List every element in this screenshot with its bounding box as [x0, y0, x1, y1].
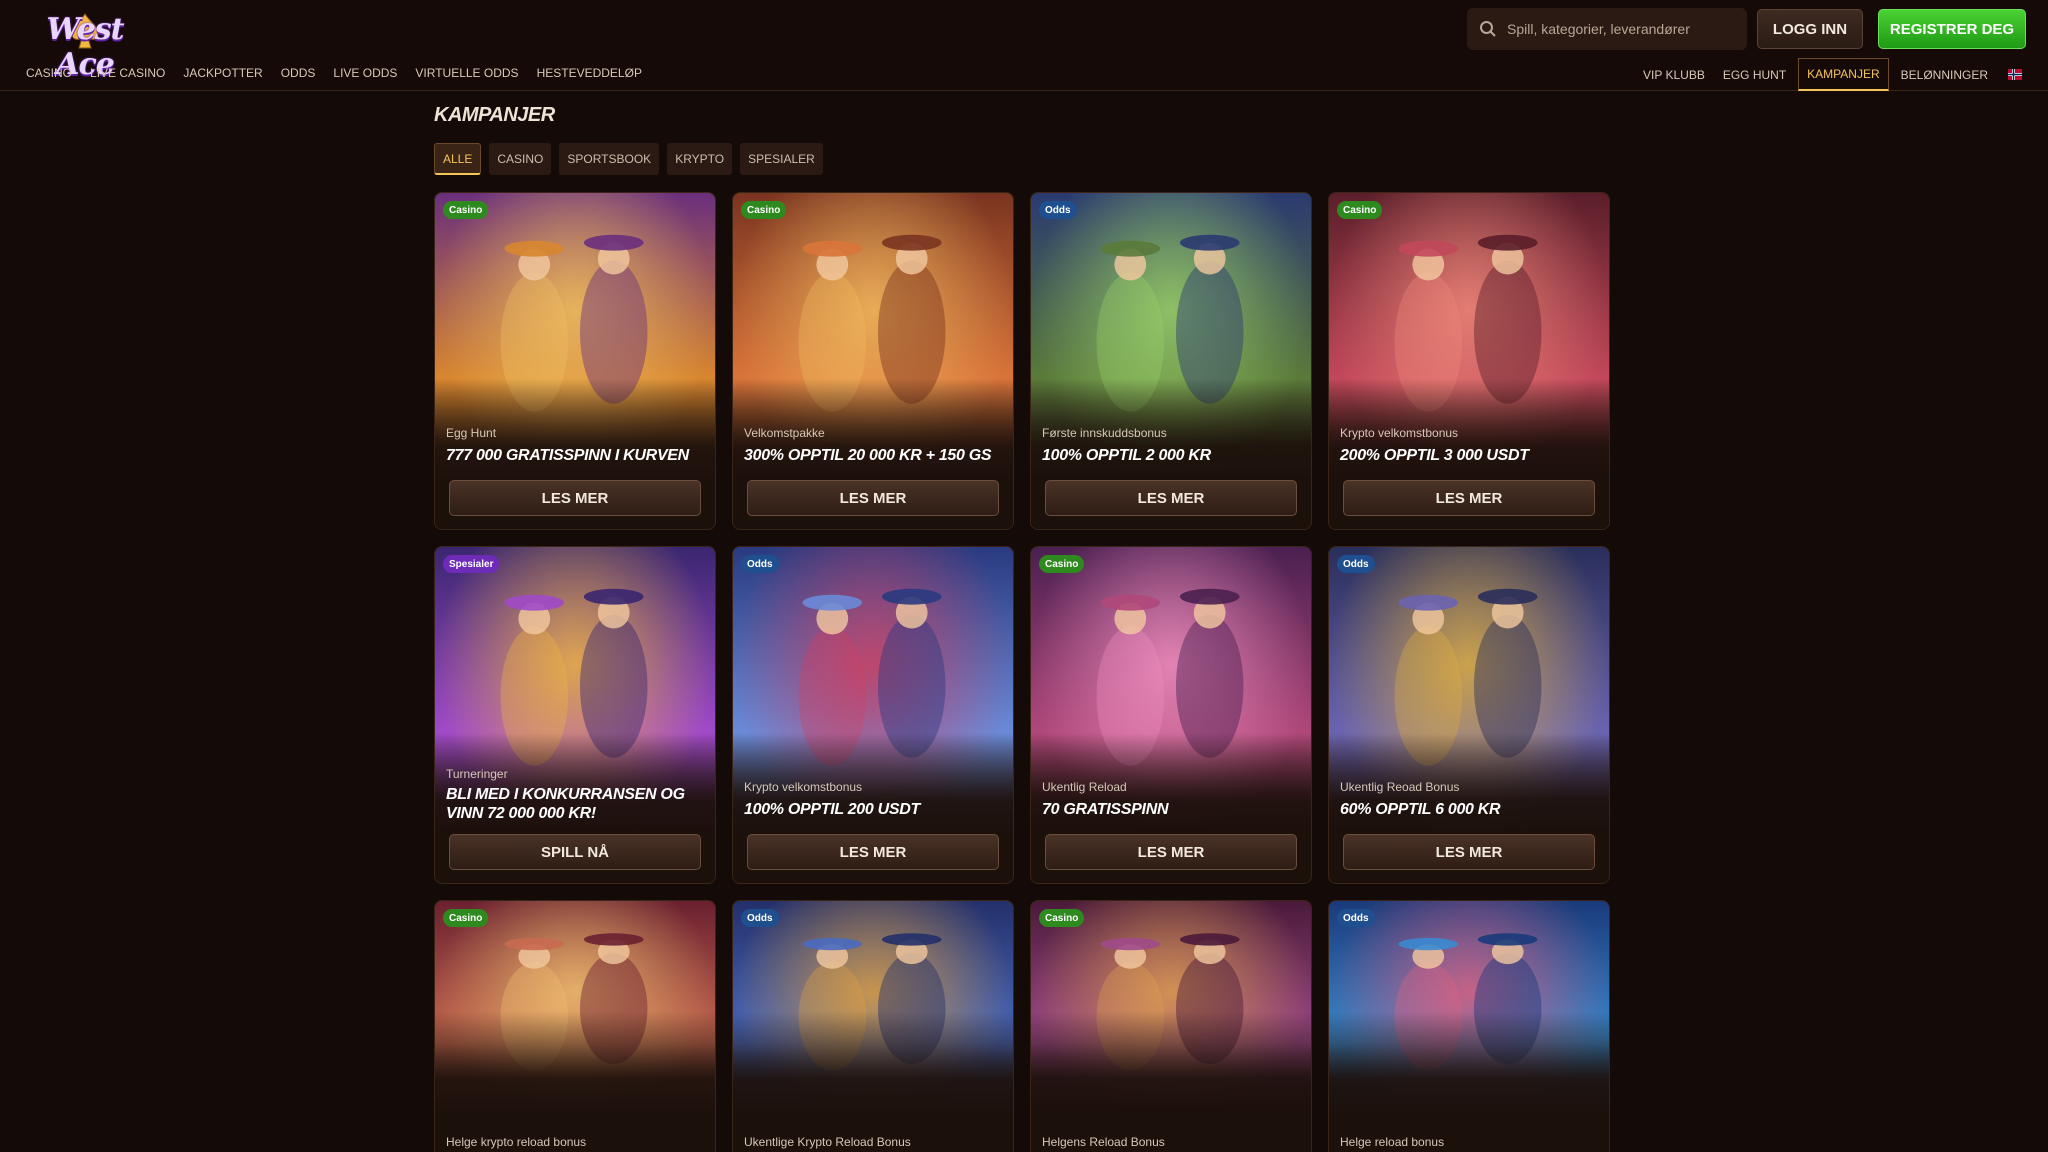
- read-more-button[interactable]: LES MER: [1343, 834, 1595, 870]
- promo-title: 777 000 GRATISSPINN I KURVEN: [446, 447, 689, 464]
- read-more-button[interactable]: LES MER: [449, 480, 701, 516]
- nav-item-virtuelle-odds[interactable]: VIRTUELLE ODDS: [415, 66, 518, 80]
- category-badge: Odds: [1039, 201, 1077, 219]
- promo-card[interactable]: Casino Helgens Reload Bonus: [1030, 900, 1312, 1152]
- promo-card[interactable]: Odds Krypto velkomstbonus 100% OPPTIL 200 …: [732, 546, 1014, 884]
- category-badge: Casino: [1039, 555, 1085, 573]
- promo-subtitle: Ukentlige Krypto Reload Bonus: [744, 1135, 911, 1149]
- nav-item-live-odds[interactable]: LIVE ODDS: [333, 66, 397, 80]
- promo-title: 300% OPPTIL 20 000 KR + 150 GS: [744, 447, 992, 464]
- nav-item-casino[interactable]: CASINO: [26, 66, 72, 80]
- nav-item-live-casino[interactable]: LIVE CASINO: [90, 66, 165, 80]
- read-more-button[interactable]: LES MER: [1045, 480, 1297, 516]
- promo-card[interactable]: Casino Krypto velkomstbonus 200% OPPTIL 3 …: [1328, 192, 1610, 530]
- promo-title: 70 GRATISSPINN: [1042, 801, 1169, 818]
- promo-subtitle: Krypto velkomstbonus: [744, 780, 863, 794]
- promo-card-overlay: [435, 1011, 715, 1152]
- nav-item-belonninger[interactable]: BELØNNINGER: [1901, 68, 1988, 82]
- main-nav: CASINO LIVE CASINO JACKPOTTER ODDS LIVE …: [26, 66, 660, 80]
- category-badge: Casino: [443, 201, 489, 219]
- promo-title: 100% OPPTIL 200 USDT: [744, 801, 921, 818]
- search-icon: [1480, 21, 1496, 37]
- nav-item-odds[interactable]: ODDS: [281, 66, 316, 80]
- promo-subtitle: Første innskuddsbonus: [1042, 426, 1167, 440]
- category-badge: Spesialer: [443, 555, 500, 573]
- category-badge: Casino: [1337, 201, 1383, 219]
- read-more-button[interactable]: LES MER: [747, 480, 999, 516]
- promo-title: 100% OPPTIL 2 000 KR: [1042, 447, 1211, 464]
- filter-casino[interactable]: CASINO: [489, 143, 552, 175]
- nav-item-jackpotter[interactable]: JACKPOTTER: [183, 66, 262, 80]
- promo-card[interactable]: Casino Ukentlig Reload 70 GRATISSPINN LES M…: [1030, 546, 1312, 884]
- promo-card[interactable]: Casino Velkomstpakke 300% OPPTIL 20 000 KR…: [732, 192, 1014, 530]
- promo-card-overlay: [1329, 1011, 1609, 1152]
- category-badge: Casino: [1039, 909, 1085, 927]
- promo-subtitle: Ukentlig Reload: [1042, 780, 1127, 794]
- secondary-nav: VIP KLUBB EGG HUNT KAMPANJER BELØNNINGER: [1625, 58, 2022, 91]
- promo-card[interactable]: Casino Egg Hunt 777 000 GRATISSPINN I KURV…: [434, 192, 716, 530]
- login-button[interactable]: LOGG INN: [1757, 9, 1863, 49]
- brand-logo[interactable]: West Ace: [24, 8, 146, 82]
- read-more-button[interactable]: LES MER: [747, 834, 999, 870]
- promo-card[interactable]: Spesialer Turneringer BLI MED I KONKURRANS…: [434, 546, 716, 884]
- category-badge: Odds: [1337, 555, 1375, 573]
- category-badge: Casino: [443, 909, 489, 927]
- promo-subtitle: Helgens Reload Bonus: [1042, 1135, 1165, 1149]
- page-title: KAMPANJER: [434, 104, 555, 126]
- promo-card[interactable]: Odds Første innskuddsbonus 100% OPPTIL 2 0…: [1030, 192, 1312, 530]
- promo-title: 60% OPPTIL 6 000 KR: [1340, 801, 1501, 818]
- promo-subtitle: Velkomstpakke: [744, 426, 825, 440]
- register-button[interactable]: REGISTRER DEG: [1878, 9, 2026, 49]
- promo-card[interactable]: Odds Helge reload bonus: [1328, 900, 1610, 1152]
- nav-item-hesteveddelop[interactable]: HESTEVEDDELØP: [537, 66, 642, 80]
- filter-spesialer[interactable]: SPESIALER: [740, 143, 823, 175]
- nav-item-egg-hunt[interactable]: EGG HUNT: [1723, 68, 1786, 82]
- norway-flag-icon[interactable]: [2008, 69, 2022, 80]
- filter-krypto[interactable]: KRYPTO: [667, 143, 733, 175]
- promo-subtitle: Helge krypto reload bonus: [446, 1135, 587, 1149]
- promo-subtitle: Egg Hunt: [446, 426, 497, 440]
- promo-subtitle: Turneringer: [446, 767, 508, 781]
- search-bar[interactable]: [1467, 8, 1747, 50]
- category-badge: Odds: [741, 909, 779, 927]
- promo-title: BLI MED I KONKURRANSEN OG VINN 72 000 00…: [446, 786, 685, 822]
- promo-card[interactable]: Casino Helge krypto reload bonus: [434, 900, 716, 1152]
- promo-card[interactable]: Odds Ukentlig Reoad Bonus 60% OPPTIL 6 000…: [1328, 546, 1610, 884]
- category-badge: Odds: [1337, 909, 1375, 927]
- promotions-grid: Casino Egg Hunt 777 000 GRATISSPINN I KURV…: [434, 192, 1615, 1152]
- category-badge: Odds: [741, 555, 779, 573]
- promo-subtitle: Krypto velkomstbonus: [1340, 426, 1459, 440]
- read-more-button[interactable]: LES MER: [1343, 480, 1595, 516]
- read-more-button[interactable]: LES MER: [1045, 834, 1297, 870]
- promo-card-overlay: [733, 1011, 1013, 1152]
- promo-subtitle: Ukentlig Reoad Bonus: [1340, 780, 1460, 794]
- nav-item-kampanjer[interactable]: KAMPANJER: [1798, 58, 1889, 91]
- category-filters: ALLE CASINO SPORTSBOOK KRYPTO SPESIALER: [434, 143, 823, 175]
- top-bar: West Ace LOGG INN REGISTRER DEG CASINO L…: [0, 0, 2048, 91]
- promo-card[interactable]: Odds Ukentlige Krypto Reload Bonus: [732, 900, 1014, 1152]
- promo-title: 200% OPPTIL 3 000 USDT: [1340, 447, 1529, 464]
- nav-item-vip-klubb[interactable]: VIP KLUBB: [1643, 68, 1705, 82]
- promo-card-overlay: [1031, 1011, 1311, 1152]
- category-badge: Casino: [741, 201, 787, 219]
- play-now-button[interactable]: SPILL NÅ: [449, 834, 701, 870]
- filter-sportsbook[interactable]: SPORTSBOOK: [559, 143, 660, 175]
- search-input[interactable]: [1507, 21, 1737, 37]
- filter-alle[interactable]: ALLE: [434, 143, 482, 175]
- promo-subtitle: Helge reload bonus: [1340, 1135, 1445, 1149]
